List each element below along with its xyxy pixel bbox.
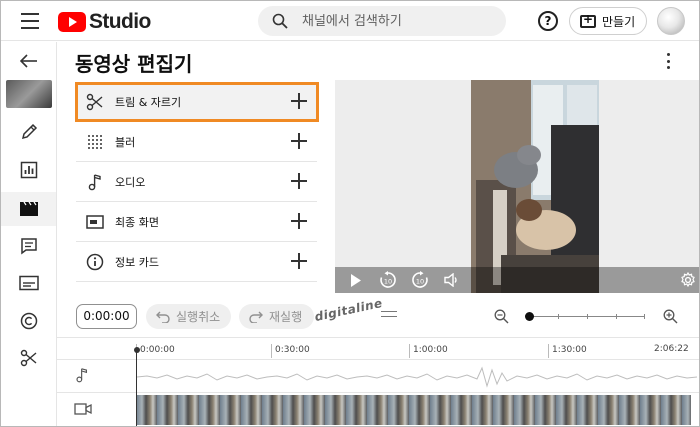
- tool-label: 정보 카드: [115, 256, 159, 269]
- thumbnail-image: [5, 80, 52, 108]
- zoom-in-icon[interactable]: [663, 309, 678, 324]
- info-icon: [86, 253, 104, 271]
- ruler-tick-label: 0:00:00: [136, 344, 175, 358]
- sidebar-item-subtitles[interactable]: [1, 266, 56, 300]
- arrow-left-icon: [19, 54, 37, 68]
- plus-icon[interactable]: [291, 93, 307, 109]
- analytics-icon: [20, 161, 37, 179]
- subtitles-icon: [18, 275, 39, 291]
- logo-text: Studio: [89, 10, 151, 33]
- music-note-icon: [88, 174, 101, 191]
- settings-button[interactable]: [675, 267, 699, 293]
- create-button[interactable]: 만들기: [569, 7, 647, 35]
- video-preview[interactable]: 10 10: [335, 80, 699, 293]
- forward-label: 10: [416, 278, 424, 286]
- tool-info-cards[interactable]: 정보 카드: [76, 242, 317, 282]
- avatar[interactable]: [657, 7, 685, 35]
- ruler-tick-label: 0:30:00: [271, 344, 310, 358]
- rewind-10-icon: 10: [380, 271, 396, 288]
- tool-label: 블러: [115, 136, 136, 149]
- ruler-tick-label: 1:00:00: [409, 344, 448, 358]
- redo-label: 재실행: [269, 310, 303, 324]
- play-button[interactable]: [343, 267, 369, 293]
- rewind-label: 10: [384, 278, 392, 286]
- sidebar-item-analytics[interactable]: [1, 153, 56, 187]
- more-options-icon[interactable]: [665, 53, 671, 69]
- video-controls: 10 10: [335, 267, 699, 293]
- video-frame-image: [471, 80, 599, 293]
- zoom-out-icon[interactable]: [494, 309, 509, 324]
- search-icon: [272, 13, 288, 29]
- plus-icon[interactable]: [291, 133, 307, 149]
- video-thumbnail[interactable]: [1, 77, 56, 111]
- left-sidebar: [1, 42, 57, 426]
- video-editor-page: Studio ? 만들기: [0, 0, 700, 427]
- audio-track[interactable]: [57, 359, 699, 392]
- zoom-slider-handle[interactable]: [525, 312, 534, 321]
- page-title: 동영상 편집기: [75, 52, 193, 76]
- tool-label: 트림 & 자르기: [115, 96, 182, 109]
- create-button-label: 만들기: [602, 14, 636, 29]
- playhead-line[interactable]: [136, 350, 137, 426]
- drag-handle-icon[interactable]: [381, 311, 397, 317]
- blur-grid-icon: [88, 135, 102, 149]
- sidebar-item-copyright[interactable]: [1, 304, 56, 338]
- hamburger-menu-icon[interactable]: [21, 13, 39, 29]
- timeline-end-time: 2:06:22: [654, 344, 689, 354]
- tool-trim[interactable]: 트림 & 자르기: [76, 82, 317, 122]
- tool-end-screen[interactable]: 최종 화면: [76, 202, 317, 242]
- forward-10-icon: 10: [412, 271, 428, 288]
- rewind-10-button[interactable]: 10: [375, 267, 401, 293]
- music-note-icon: [76, 368, 88, 383]
- undo-icon: [156, 311, 170, 323]
- add-video-icon: [580, 12, 596, 28]
- sidebar-item-editor[interactable]: [1, 192, 56, 226]
- editor-tools-list: 트림 & 자르기 블러 오디오 최종 화면 정보 카드: [76, 82, 317, 282]
- comment-icon: [20, 238, 37, 255]
- audio-waveform: [137, 366, 697, 388]
- video-frame: [471, 80, 599, 293]
- studio-logo[interactable]: Studio: [58, 10, 151, 34]
- tool-blur[interactable]: 블러: [76, 122, 317, 162]
- tool-label: 최종 화면: [115, 216, 159, 229]
- scissors-icon: [86, 93, 103, 111]
- plus-icon[interactable]: [291, 173, 307, 189]
- undo-button[interactable]: 실행취소: [146, 304, 231, 329]
- end-screen-icon: [86, 215, 104, 229]
- gear-icon: [681, 272, 695, 288]
- sidebar-item-comments[interactable]: [1, 229, 56, 263]
- scissors-icon: [20, 349, 36, 367]
- video-filmstrip[interactable]: [136, 395, 691, 425]
- tool-audio[interactable]: 오디오: [76, 162, 317, 202]
- volume-icon: [444, 273, 457, 287]
- redo-icon: [249, 311, 263, 323]
- search-input[interactable]: [302, 13, 482, 29]
- volume-button[interactable]: [439, 267, 465, 293]
- timecode-display[interactable]: 0:00:00: [76, 304, 137, 329]
- zoom-slider-track[interactable]: [529, 314, 645, 319]
- sidebar-item-clips[interactable]: [1, 341, 56, 375]
- sidebar-item-details[interactable]: [1, 115, 56, 149]
- video-track[interactable]: [57, 392, 699, 426]
- copyright-icon: [20, 312, 37, 330]
- undo-label: 실행취소: [176, 310, 221, 324]
- plus-icon[interactable]: [291, 253, 307, 269]
- playhead-handle[interactable]: [134, 347, 140, 353]
- plus-icon[interactable]: [291, 213, 307, 229]
- youtube-play-icon: [58, 12, 86, 32]
- help-icon[interactable]: ?: [538, 11, 558, 31]
- play-icon: [351, 273, 361, 287]
- ruler-tick-label: 1:30:00: [548, 344, 587, 358]
- clapperboard-icon: [19, 201, 38, 216]
- timeline-ruler[interactable]: 0:00:00 0:30:00 1:00:00 1:30:00 2:06:22: [57, 337, 699, 359]
- search-box[interactable]: [258, 6, 506, 36]
- pencil-icon: [21, 123, 37, 140]
- watermark-text: digitaline: [313, 295, 384, 325]
- back-button[interactable]: [1, 44, 56, 78]
- video-camera-icon: [74, 403, 92, 415]
- top-header: Studio ? 만들기: [1, 1, 699, 41]
- tool-label: 오디오: [115, 176, 146, 189]
- redo-button[interactable]: 재실행: [239, 304, 314, 329]
- forward-10-button[interactable]: 10: [407, 267, 433, 293]
